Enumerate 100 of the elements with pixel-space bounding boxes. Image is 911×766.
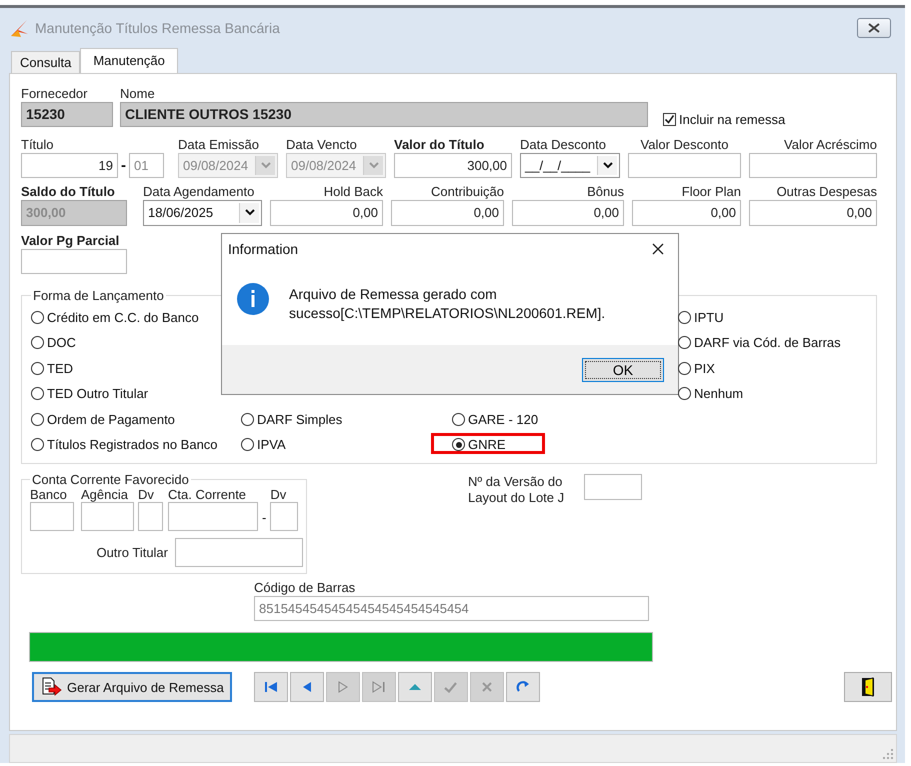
field-label: Saldo do Título (21, 184, 116, 199)
supplier-field[interactable]: 15230 (21, 102, 113, 127)
field-label: Data Emissão (178, 136, 260, 152)
field-label: Valor Acréscimo (783, 136, 877, 152)
first-record-icon (264, 681, 278, 694)
cross-icon (482, 682, 492, 692)
radio-label: DARF Simples (257, 412, 342, 427)
chevron-down-icon (368, 162, 378, 169)
chevron-down-icon (602, 162, 612, 169)
date-dropdown[interactable]: __/__/____ (520, 152, 620, 178)
input-field[interactable] (270, 502, 298, 532)
input-field[interactable] (30, 502, 74, 532)
number-field[interactable] (628, 152, 741, 178)
checkbox-label: Incluir na remessa (679, 112, 786, 127)
number-field[interactable]: 0,00 (632, 200, 741, 226)
field-label: Dv (138, 487, 155, 502)
radio-button[interactable] (452, 412, 465, 426)
input-field[interactable] (81, 502, 134, 532)
radio-button[interactable] (241, 412, 254, 426)
number-field[interactable]: 0,00 (391, 200, 504, 226)
document-arrow-icon (40, 677, 62, 698)
radio-button[interactable] (678, 336, 691, 350)
radio-label: GNRE (468, 437, 506, 452)
field-label: Valor Pg Parcial (21, 232, 120, 248)
field-label: Dv (270, 487, 288, 502)
radio-label: GARE - 120 (468, 412, 538, 427)
number-field[interactable]: 300,00 (394, 152, 512, 178)
field-label: Banco (30, 487, 68, 502)
ok-button[interactable]: OK (582, 358, 664, 382)
dialog-title: Information (228, 241, 298, 257)
field-label: Contribuição (430, 184, 504, 199)
field-label: Data Agendamento (143, 184, 256, 199)
radio-button[interactable] (452, 438, 465, 452)
field-label: Cta. Corrente (168, 487, 248, 502)
radio-button[interactable] (678, 362, 691, 375)
radio-label: Crédito em C.C. do Banco (47, 310, 199, 326)
radio-option[interactable]: Títulos Registrados no Banco (31, 432, 218, 458)
radio-label: DOC (47, 335, 76, 350)
radio-option[interactable]: Crédito em C.C. do Banco (31, 304, 199, 330)
field-label: Agência (81, 487, 129, 502)
radio-button[interactable] (241, 438, 254, 452)
radio-option[interactable]: IPVA (241, 432, 286, 458)
number-field[interactable] (749, 152, 877, 178)
suffix-field[interactable]: 01 (129, 152, 164, 178)
number-field[interactable]: 0,00 (749, 200, 877, 226)
generate-file-button[interactable]: Gerar Arquivo de Remessa (32, 672, 232, 702)
triangle-up-icon (408, 683, 422, 692)
radio-button[interactable] (31, 412, 44, 426)
field-label: Outras Despesas (776, 184, 877, 199)
number-field[interactable]: 0,00 (270, 200, 383, 226)
input-field[interactable] (138, 502, 163, 532)
input-field[interactable] (584, 474, 642, 500)
radio-button[interactable] (678, 311, 691, 324)
chevron-down-icon (260, 162, 270, 169)
radio-button[interactable] (31, 362, 44, 375)
input-field[interactable] (168, 502, 258, 532)
barcode-field[interactable]: 85154545454545454545454545454 (254, 596, 649, 622)
checkbox[interactable] (663, 112, 676, 126)
refresh-icon (516, 680, 530, 694)
radio-option[interactable]: GARE - 120 (452, 406, 538, 432)
checkmark-icon (444, 682, 458, 693)
close-button[interactable] (857, 18, 891, 38)
radio-option[interactable]: TED (31, 356, 73, 382)
dialog-message: Arquivo de Remessa gerado com sucesso[C:\TEMP\RELATORIOS\NL200601.REM]. (289, 285, 606, 323)
input-field[interactable] (175, 538, 303, 568)
radio-label: TED (47, 360, 73, 376)
number-field[interactable]: 0,00 (512, 200, 624, 226)
nav-button[interactable] (398, 672, 432, 702)
radio-option[interactable]: DARF Simples (241, 406, 342, 432)
radio-option[interactable]: GNRE (452, 432, 506, 458)
radio-label: Títulos Registrados no Banco (47, 437, 218, 452)
radio-option[interactable]: Ordem de Pagamento (31, 406, 175, 432)
radio-option[interactable]: TED Outro Titular (31, 381, 148, 406)
radio-button[interactable] (31, 438, 44, 452)
separator-dash: - (121, 156, 126, 174)
radio-label: IPVA (257, 437, 286, 452)
tab[interactable]: Manutenção (80, 48, 178, 73)
number-field[interactable]: 19 (21, 152, 118, 178)
tab[interactable]: Consulta (11, 50, 80, 73)
radio-button[interactable] (31, 336, 44, 350)
radio-button[interactable] (31, 387, 44, 400)
nav-button[interactable] (290, 672, 324, 702)
exit-button[interactable] (844, 672, 892, 702)
number-field[interactable] (21, 248, 127, 274)
field-label: Nº da Versão do Layout do Lote J (468, 474, 566, 506)
field-label: Código de Barras (254, 580, 356, 596)
previous-record-icon (302, 681, 312, 694)
date-dropdown[interactable]: 18/06/2025 (143, 200, 262, 226)
name-field[interactable]: CLIENTE OUTROS 15230 (120, 102, 648, 127)
radio-option[interactable]: DOC (31, 330, 76, 356)
radio-label: TED Outro Titular (47, 386, 148, 402)
field-label: Título (21, 136, 55, 152)
nav-button[interactable] (254, 672, 288, 702)
radio-label: Nenhum (694, 386, 744, 402)
nav-button[interactable] (506, 672, 540, 702)
radio-button[interactable] (678, 387, 691, 400)
close-icon (652, 243, 664, 255)
radio-button[interactable] (31, 311, 44, 324)
last-record-icon (372, 681, 386, 694)
field-label: Floor Plan (680, 184, 741, 199)
